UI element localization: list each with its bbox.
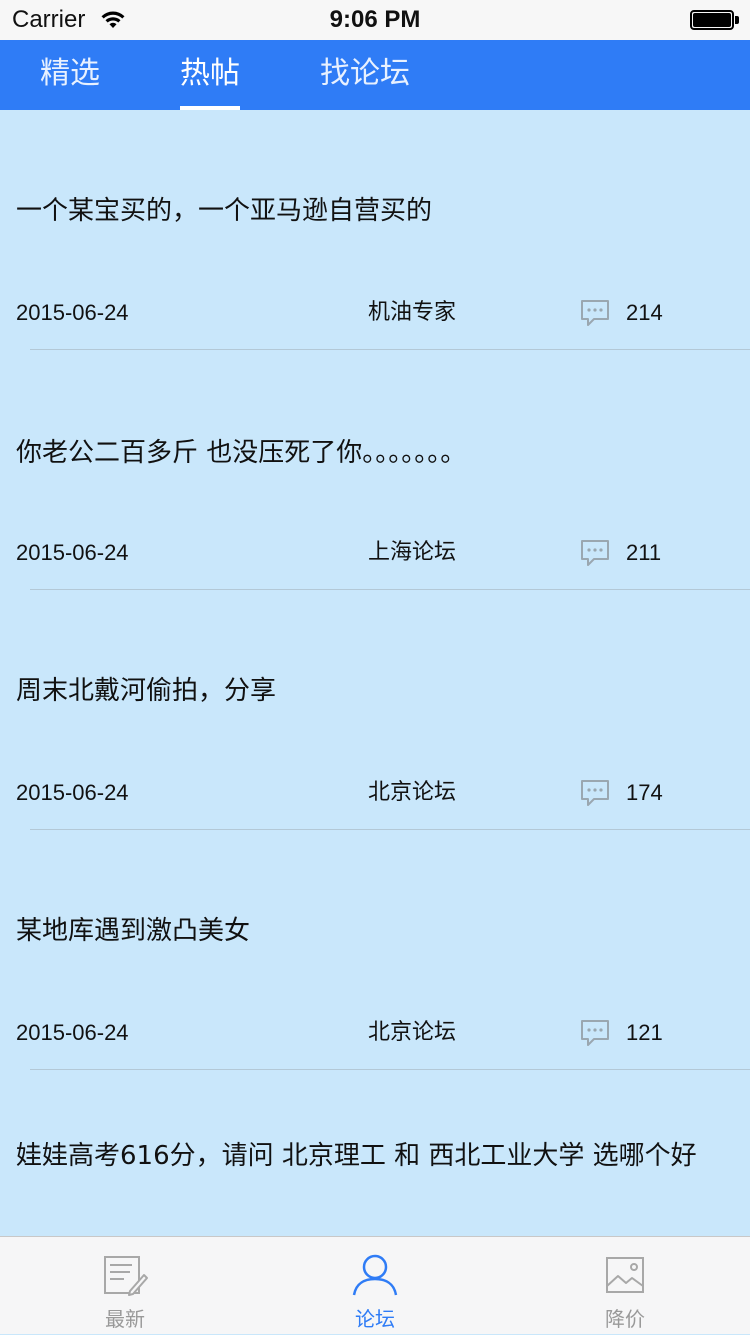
comment-icon xyxy=(581,540,609,566)
post-date: 2015-06-24 xyxy=(16,540,129,565)
person-icon xyxy=(352,1254,398,1296)
list-item[interactable]: 某地库遇到激凸美女 2015-06-24 北京论坛 121 xyxy=(0,830,750,1070)
tab-jingxuan[interactable]: 精选 xyxy=(40,40,100,110)
bottom-tab-forum[interactable]: 论坛 xyxy=(250,1237,500,1335)
post-feed[interactable]: 一个某宝买的，一个亚马逊自营买的 2015-06-24 机油专家 214 你老公… xyxy=(0,110,750,1236)
post-forum[interactable]: 北京论坛 xyxy=(368,1019,456,1047)
comment-count: 121 xyxy=(626,1020,663,1045)
post-forum[interactable]: 上海论坛 xyxy=(368,539,456,567)
tab-retie[interactable]: 热帖 xyxy=(180,40,240,110)
bottom-tab-label: 降价 xyxy=(605,1307,645,1331)
image-icon xyxy=(606,1257,644,1293)
comment-count: 174 xyxy=(626,780,663,805)
tab-label: 精选 xyxy=(40,56,100,91)
bottom-tab-latest[interactable]: 最新 xyxy=(0,1237,250,1335)
list-item[interactable]: 娃娃高考616分，请问 北京理工 和 西北工业大学 选哪个好 xyxy=(0,1070,750,1236)
comment-icon xyxy=(581,1020,609,1046)
post-title: 一个某宝买的，一个亚马逊自营买的 xyxy=(16,196,433,226)
comment-icon xyxy=(581,780,609,806)
post-date: 2015-06-24 xyxy=(16,1020,129,1045)
comment-count: 211 xyxy=(626,540,662,565)
post-title: 某地库遇到激凸美女 xyxy=(16,916,251,946)
status-bar: Carrier 9:06 PM xyxy=(0,0,750,40)
comment-icon xyxy=(581,300,609,326)
list-item[interactable]: 你老公二百多斤 也没压死了你。。。。。。。 2015-06-24 上海论坛 21… xyxy=(0,350,750,590)
post-title: 你老公二百多斤 也没压死了你。。。。。。。 xyxy=(16,438,467,468)
list-item[interactable]: 一个某宝买的，一个亚马逊自营买的 2015-06-24 机油专家 214 xyxy=(0,110,750,350)
post-forum[interactable]: 北京论坛 xyxy=(368,779,456,807)
comment-count: 214 xyxy=(626,300,663,325)
news-edit-icon xyxy=(104,1256,148,1296)
tab-zhaoluntan[interactable]: 找论坛 xyxy=(320,40,410,110)
post-forum[interactable]: 机油专家 xyxy=(368,299,456,327)
bottom-tab-label: 最新 xyxy=(105,1307,145,1331)
bottom-tab-price-drop[interactable]: 降价 xyxy=(500,1237,750,1335)
post-title: 周末北戴河偷拍，分享 xyxy=(16,676,277,706)
top-tab-bar: 精选 热帖 找论坛 xyxy=(0,40,750,110)
clock: 9:06 PM xyxy=(329,6,421,33)
tab-label: 找论坛 xyxy=(320,56,410,91)
tab-label: 热帖 xyxy=(180,56,240,91)
list-item[interactable]: 周末北戴河偷拍，分享 2015-06-24 北京论坛 174 xyxy=(0,590,750,830)
bottom-tab-bar: 最新 论坛 降价 xyxy=(0,1236,750,1334)
post-date: 2015-06-24 xyxy=(16,780,129,805)
post-title: 娃娃高考616分，请问 北京理工 和 西北工业大学 选哪个好 xyxy=(16,1141,697,1171)
bottom-tab-label: 论坛 xyxy=(355,1307,395,1331)
battery-icon xyxy=(690,10,740,32)
post-date: 2015-06-24 xyxy=(16,300,129,325)
